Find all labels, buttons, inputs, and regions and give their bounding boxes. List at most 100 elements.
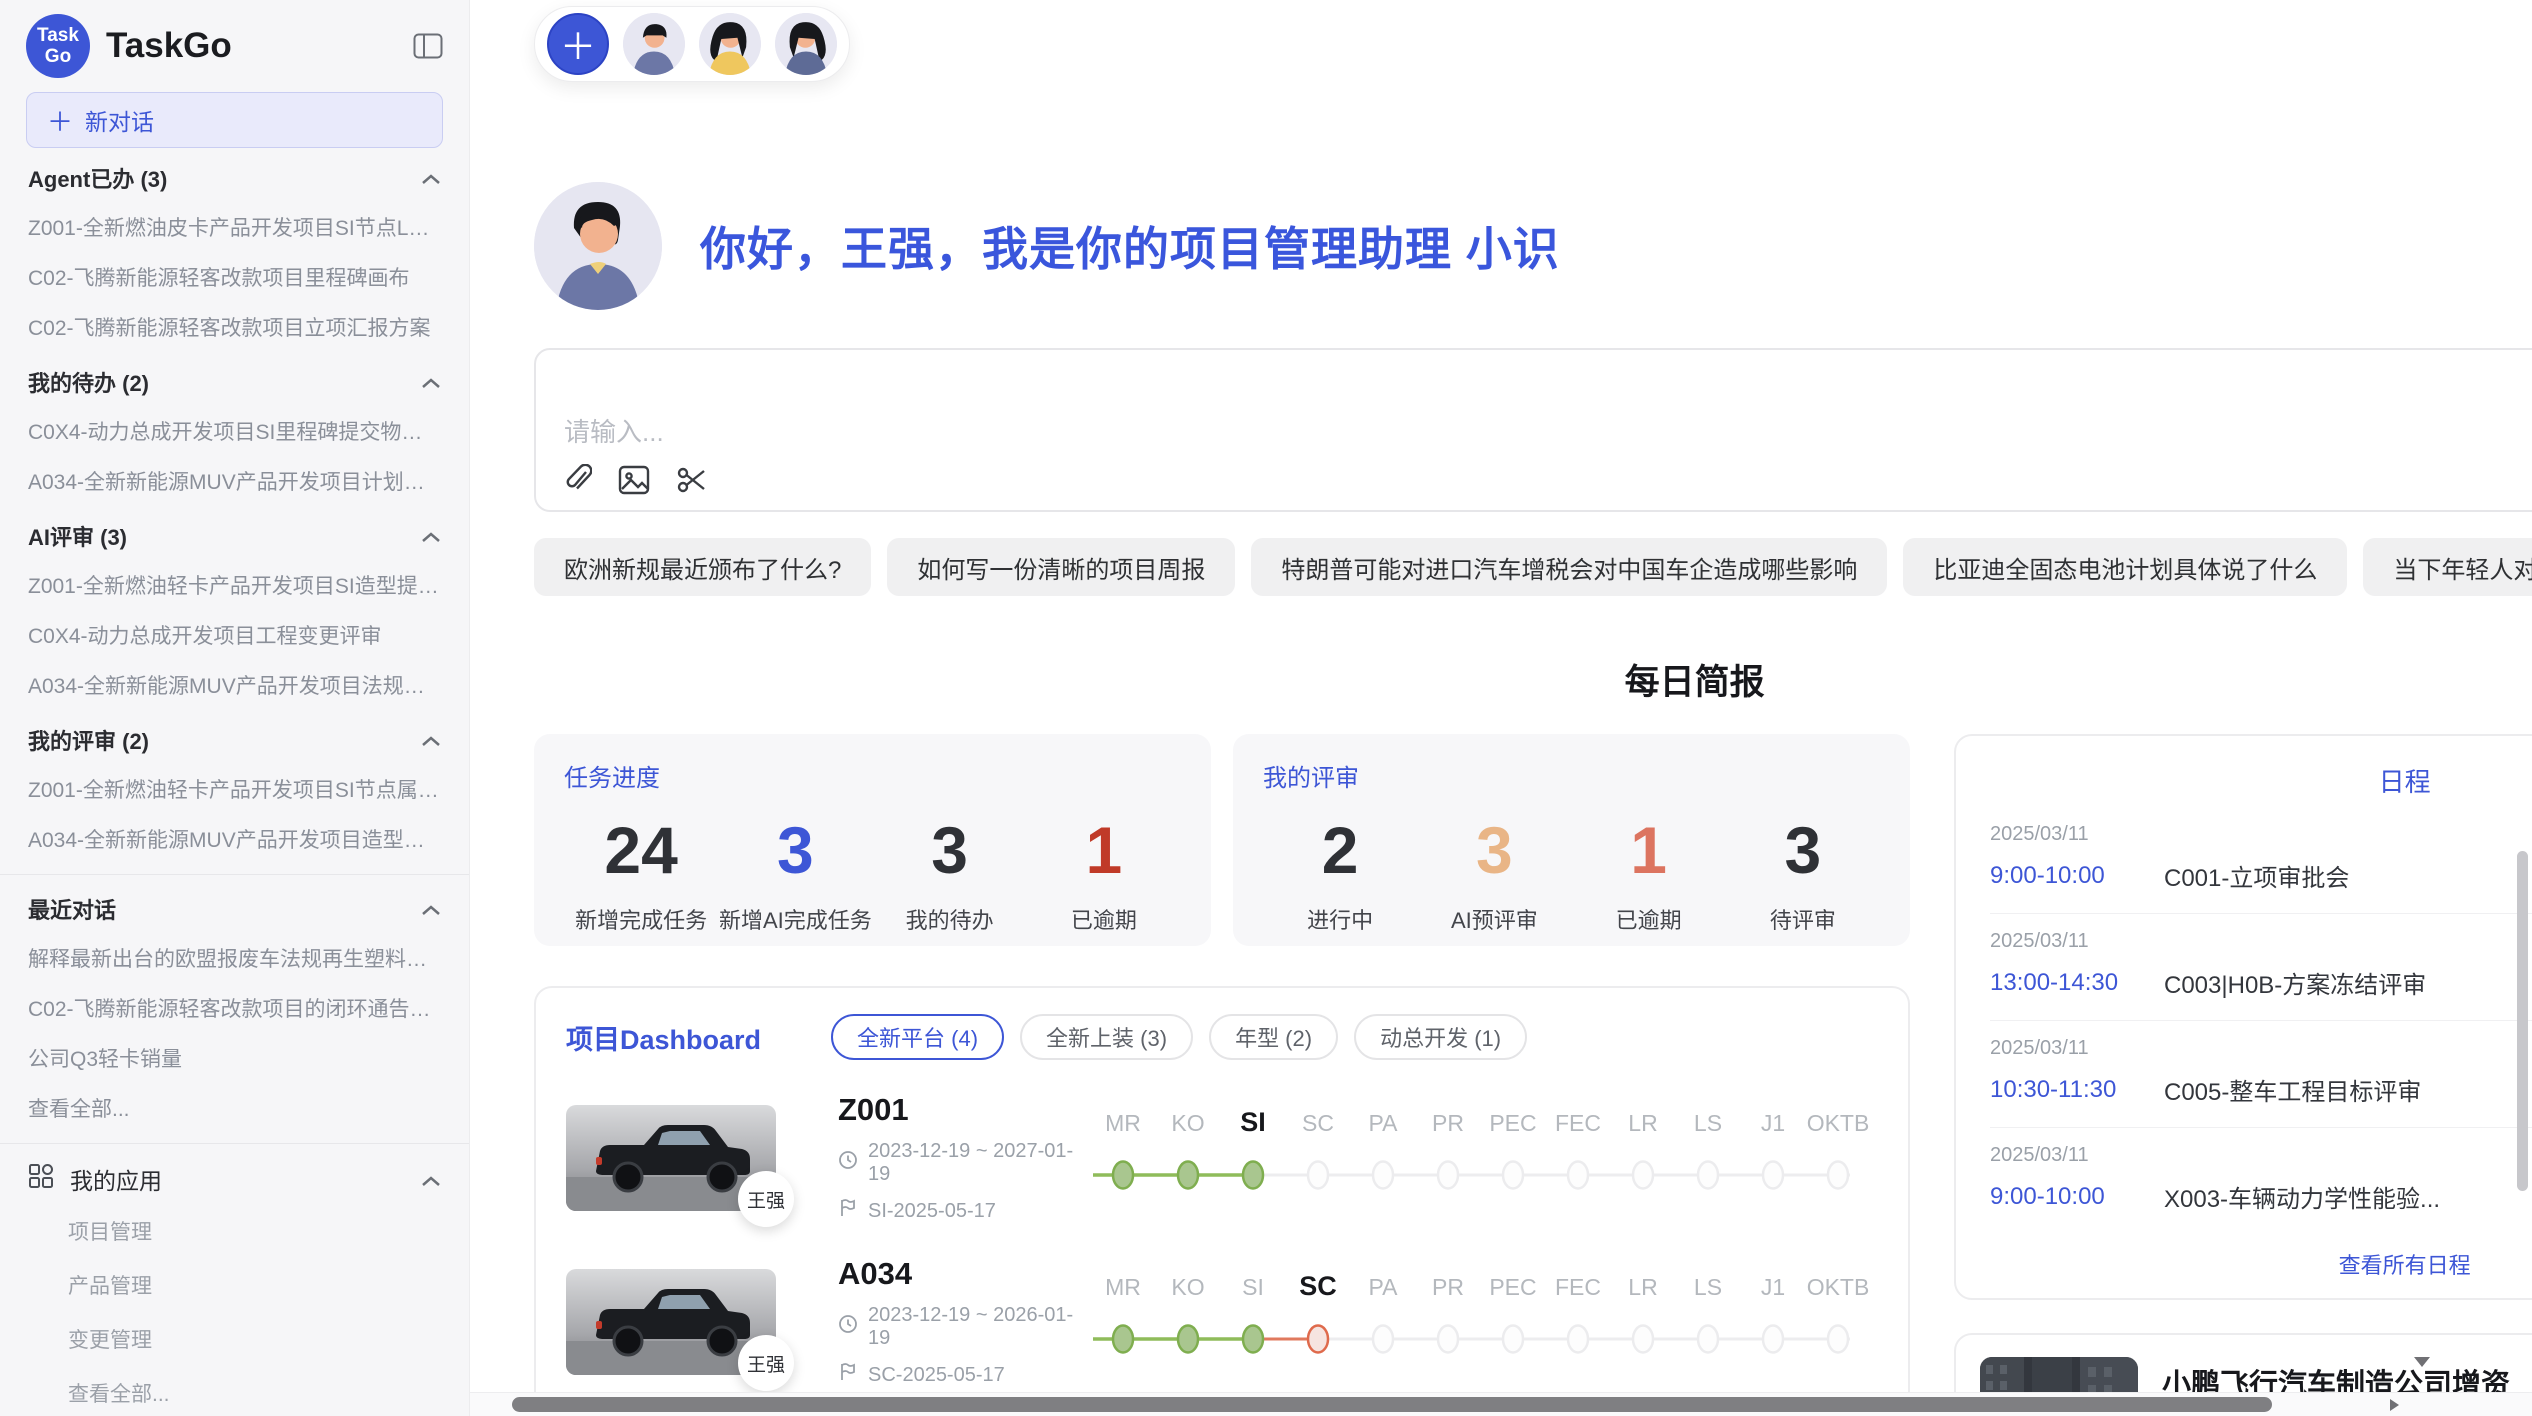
agent-avatar-3[interactable] xyxy=(775,13,837,75)
recent-chat-item[interactable]: C02-飞腾新能源轻客改款项目的闭环通告反馈情况 xyxy=(26,983,443,1033)
sidebar-task-item[interactable]: C02-飞腾新能源轻客改款项目立项汇报方案 xyxy=(26,302,443,352)
sidebar-section-header[interactable]: AI评审 (3) xyxy=(26,506,443,560)
recent-chats-header[interactable]: 最近对话 xyxy=(26,879,443,933)
dashboard-filter-pill[interactable]: 动总开发 (1) xyxy=(1354,1014,1527,1060)
sidebar-task-item[interactable]: Z001-全新燃油皮卡产品开发项目SI节点Lesson Learn报告 xyxy=(26,202,443,252)
briefing-title: 每日简报 xyxy=(534,654,2532,705)
recent-chat-item[interactable]: 查看全部... xyxy=(26,1083,443,1133)
image-upload-icon[interactable] xyxy=(618,465,650,495)
svg-text:J1: J1 xyxy=(1761,1274,1785,1300)
sidebar-task-item[interactable]: A034-全新新能源MUV产品开发项目计划变更表编写 xyxy=(26,456,443,506)
schedule-event-name: C003|H0B-方案冻结评审 xyxy=(2164,965,2532,1000)
dashboard-filters: 全新平台 (4) 全新上装 (3) 年型 (2) 动总开发 (1) xyxy=(831,1014,1527,1060)
dashboard-filter-pill[interactable]: 全新上装 (3) xyxy=(1020,1014,1193,1060)
schedule-title: 日程 xyxy=(1990,762,2532,799)
app-shortcut-item[interactable]: 变更管理 xyxy=(26,1312,443,1366)
stat-label: 已逾期 xyxy=(1027,903,1181,935)
chat-input[interactable] xyxy=(536,350,2532,450)
schedule-item-row: 9:00-10:00 X003-车辆动力学性能验... 加入 xyxy=(1990,1179,2532,1214)
stat-value: 2 xyxy=(1263,807,1417,893)
stat-value: 3 xyxy=(873,807,1027,893)
add-agent-button[interactable]: ＋ xyxy=(547,13,609,75)
sidebar-task-item[interactable]: A034-全新新能源MUV产品开发项目法规符合性评审 xyxy=(26,660,443,710)
suggestion-chip[interactable]: 当下年轻人对汽车外观有怎样的喜好趋势 xyxy=(2363,538,2532,596)
stat-cell: 24新增完成任务 xyxy=(564,807,718,935)
stat-cell: 3待评审 xyxy=(1726,807,1880,935)
project-photo: 王强 xyxy=(566,1269,776,1375)
suggestion-chip[interactable]: 如何写一份清晰的项目周报 xyxy=(887,538,1235,596)
svg-text:KO: KO xyxy=(1171,1110,1204,1136)
clock-icon xyxy=(838,1150,858,1176)
task-progress-card: 任务进度 24新增完成任务3新增AI完成任务3我的待办1已逾期 xyxy=(534,734,1211,946)
app-shortcut-item[interactable]: 项目管理 xyxy=(26,1204,443,1258)
chat-input-card xyxy=(534,348,2532,512)
schedule-list: 2025/03/11 9:00-10:00 C001-立项审批会 加入 2025… xyxy=(1990,807,2532,1234)
app-logo: Task Go xyxy=(26,14,90,78)
view-all-schedule-link[interactable]: 查看所有日程 xyxy=(1990,1248,2532,1280)
schedule-time: 9:00-10:00 xyxy=(1990,862,2150,890)
sidebar-task-item[interactable]: Z001-全新燃油轻卡产品开发项目SI节点属性5D文件评审 xyxy=(26,764,443,814)
schedule-card: 日程 2025/03/11 9:00-10:00 C001-立项审批会 加入 2… xyxy=(1954,734,2532,1300)
horizontal-scrollbar-track[interactable] xyxy=(470,1392,2532,1416)
svg-text:MR: MR xyxy=(1105,1274,1141,1300)
app-shortcut-item[interactable]: 查看全部... xyxy=(26,1366,443,1416)
svg-text:PEC: PEC xyxy=(1489,1274,1536,1300)
assistant-avatar xyxy=(534,182,662,310)
scroll-right-arrow-icon[interactable] xyxy=(2386,1397,2402,1416)
sidebar-section-header[interactable]: 我的评审 (2) xyxy=(26,710,443,764)
attachment-icon[interactable] xyxy=(562,464,592,496)
app-shortcut-item[interactable]: 产品管理 xyxy=(26,1258,443,1312)
stat-cell: 3AI预评审 xyxy=(1417,807,1571,935)
sidebar-section-title: 我的评审 (2) xyxy=(28,724,149,756)
project-row[interactable]: 王强 A034 2023-12-19 ~ 2026-01-19 SC-2025-… xyxy=(566,1256,1878,1388)
chevron-up-icon xyxy=(421,727,441,753)
divider xyxy=(0,1143,469,1144)
sidebar-task-item[interactable]: Z001-全新燃油轻卡产品开发项目SI造型提交物评审 xyxy=(26,560,443,610)
project-milestones: MRKOSISCPAPRPECFECLRLSJ1OKTB xyxy=(1088,1259,1878,1386)
sidebar-task-item[interactable]: C02-飞腾新能源轻客改款项目里程碑画布 xyxy=(26,252,443,302)
suggestion-chip[interactable]: 欧洲新规最近颁布了什么? xyxy=(534,538,871,596)
vertical-scrollbar-thumb[interactable] xyxy=(2517,851,2528,1191)
scroll-down-arrow-icon[interactable] xyxy=(2412,1355,2432,1374)
stat-cell: 1已逾期 xyxy=(1572,807,1726,935)
scissors-icon[interactable] xyxy=(676,465,708,495)
sidebar-task-item[interactable]: C0X4-动力总成开发项目工程变更评审 xyxy=(26,610,443,660)
divider xyxy=(0,874,469,875)
horizontal-scrollbar-thumb[interactable] xyxy=(512,1397,2272,1412)
recent-chat-item[interactable]: 解释最新出台的欧盟报废车法规再生塑料比例被调至15%... xyxy=(26,933,443,983)
project-info: Z001 2023-12-19 ~ 2027-01-19 SI-2025-05-… xyxy=(838,1092,1088,1224)
svg-text:OKTB: OKTB xyxy=(1807,1274,1870,1300)
dashboard-filter-pill[interactable]: 全新平台 (4) xyxy=(831,1014,1004,1060)
svg-text:FEC: FEC xyxy=(1555,1110,1601,1136)
stats-row: 任务进度 24新增完成任务3新增AI完成任务3我的待办1已逾期 我的评审 2进行… xyxy=(534,734,1910,946)
main-area: ＋ 王强 你好，王强，我是你的项目管理助理 小识 xyxy=(470,0,2532,1416)
project-milestones: MRKOSISCPAPRPECFECLRLSJ1OKTB xyxy=(1088,1095,1878,1222)
stat-label: 已逾期 xyxy=(1572,903,1726,935)
new-chat-button[interactable]: ＋ 新对话 xyxy=(26,92,443,148)
dashboard-filter-pill[interactable]: 年型 (2) xyxy=(1209,1014,1338,1060)
suggestion-chip[interactable]: 比亚迪全固态电池计划具体说了什么 xyxy=(1903,538,2347,596)
suggestion-chip[interactable]: 特朗普可能对进口汽车增税会对中国车企造成哪些影响 xyxy=(1251,538,1887,596)
sidebar-task-item[interactable]: A034-全新新能源MUV产品开发项目造型可行性评审 xyxy=(26,814,443,864)
stat-value: 3 xyxy=(1726,807,1880,893)
task-progress-stats: 24新增完成任务3新增AI完成任务3我的待办1已逾期 xyxy=(564,807,1181,935)
stat-cell: 3新增AI完成任务 xyxy=(718,807,872,935)
chevron-up-icon xyxy=(421,523,441,549)
sidebar-sections: Agent已办 (3)Z001-全新燃油皮卡产品开发项目SI节点Lesson L… xyxy=(26,148,443,1133)
sidebar-task-item[interactable]: C0X4-动力总成开发项目SI里程碑提交物检查 xyxy=(26,406,443,456)
sidebar-collapse-icon[interactable] xyxy=(413,33,443,59)
schedule-event-name: C005-整车工程目标评审 xyxy=(2164,1072,2532,1107)
my-apps-title: 我的应用 xyxy=(28,1162,162,1196)
schedule-event-name: X003-车辆动力学性能验... xyxy=(2164,1179,2532,1214)
svg-text:PEC: PEC xyxy=(1489,1110,1536,1136)
sidebar-section-header[interactable]: Agent已办 (3) xyxy=(26,148,443,202)
stat-label: AI预评审 xyxy=(1417,903,1571,935)
sidebar-section-header[interactable]: 我的待办 (2) xyxy=(26,352,443,406)
project-row[interactable]: 王强 Z001 2023-12-19 ~ 2027-01-19 SI-2025-… xyxy=(566,1092,1878,1224)
my-apps-header[interactable]: 我的应用 xyxy=(26,1148,443,1204)
agent-avatar-1[interactable] xyxy=(623,13,685,75)
content-grid: 任务进度 24新增完成任务3新增AI完成任务3我的待办1已逾期 我的评审 2进行… xyxy=(534,734,2532,1416)
milestone-track: MRKOSISCPAPRPECFECLRLSJ1OKTB xyxy=(1088,1095,1878,1217)
recent-chat-item[interactable]: 公司Q3轻卡销量 xyxy=(26,1033,443,1083)
agent-avatar-2[interactable] xyxy=(699,13,761,75)
